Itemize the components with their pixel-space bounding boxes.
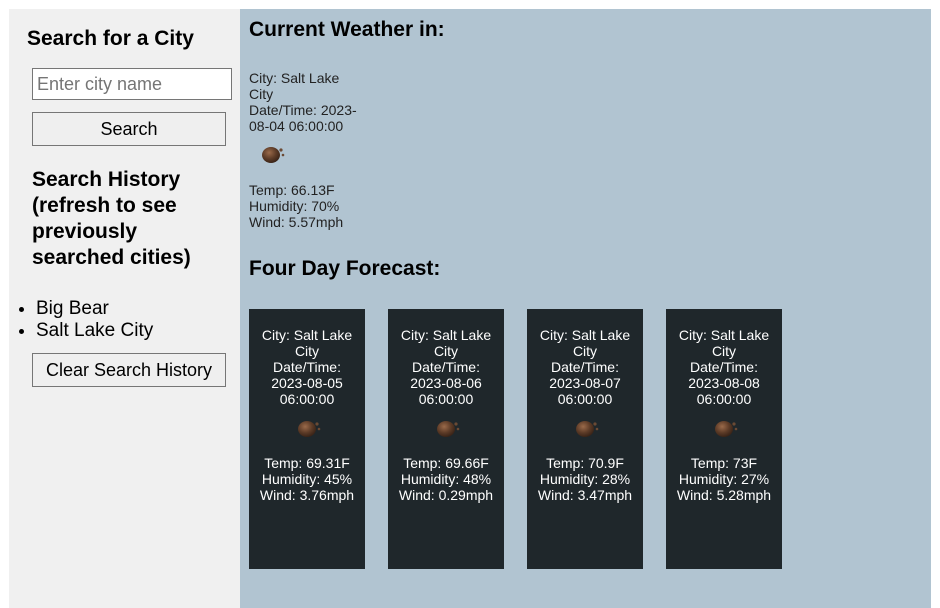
current-weather-stats: Temp: 66.13F Humidity: 70% Wind: 5.57mph [249,182,343,230]
forecast-humidity: Humidity: 27% [678,471,770,487]
forecast-info: City: Salt Lake City Date/Time: 2023-08-… [535,327,635,407]
weather-icon [262,147,285,163]
forecast-wind: Wind: 0.29mph [398,487,494,503]
search-history-list: Big Bear Salt Lake City [9,298,153,342]
forecast-city: City: Salt Lake City [400,327,492,359]
forecast-wind: Wind: 3.76mph [259,487,355,503]
search-button[interactable]: Search [32,112,226,146]
forecast-card: City: Salt Lake City Date/Time: 2023-08-… [527,309,643,569]
search-title: Search for a City [27,27,194,50]
forecast-humidity: Humidity: 28% [539,471,631,487]
forecast-info: City: Salt Lake City Date/Time: 2023-08-… [674,327,774,407]
current-weather-info: City: Salt Lake City Date/Time: 2023-08-… [249,70,363,134]
current-weather-title: Current Weather in: [249,18,445,41]
forecast-card: City: Salt Lake City Date/Time: 2023-08-… [249,309,365,569]
weather-icon [715,421,738,437]
forecast-humidity: Humidity: 45% [261,471,353,487]
clear-history-button[interactable]: Clear Search History [32,353,226,387]
forecast-wind: Wind: 5.28mph [676,487,772,503]
city-search-input[interactable] [32,68,232,100]
forecast-datetime: Date/Time: 2023-08-05 06:00:00 [271,359,343,407]
forecast-wind: Wind: 3.47mph [537,487,633,503]
forecast-info: City: Salt Lake City Date/Time: 2023-08-… [257,327,357,407]
forecast-city: City: Salt Lake City [539,327,631,359]
forecast-card: City: Salt Lake City Date/Time: 2023-08-… [388,309,504,569]
search-sidebar: Search for a City Search Search History … [9,9,240,608]
forecast-card: City: Salt Lake City Date/Time: 2023-08-… [666,309,782,569]
forecast-datetime: Date/Time: 2023-08-08 06:00:00 [688,359,760,407]
forecast-stats: Temp: 69.31F Humidity: 45% Wind: 3.76mph [255,455,359,503]
current-wind: Wind: 5.57mph [249,214,344,230]
forecast-datetime: Date/Time: 2023-08-07 06:00:00 [549,359,621,407]
forecast-temp: Temp: 70.9F [546,455,624,471]
forecast-temp: Temp: 73F [690,455,758,471]
forecast-title: Four Day Forecast: [249,257,441,280]
current-city: City: Salt Lake City [249,70,340,102]
current-datetime: Date/Time: 2023-08-04 06:00:00 [249,102,357,134]
forecast-stats: Temp: 73F Humidity: 27% Wind: 5.28mph [672,455,776,503]
history-item[interactable]: Salt Lake City [36,320,153,342]
forecast-temp: Temp: 69.66F [403,455,489,471]
current-humidity: Humidity: 70% [249,198,340,214]
history-item[interactable]: Big Bear [36,298,153,320]
weather-icon [437,421,460,437]
forecast-city: City: Salt Lake City [678,327,770,359]
forecast-datetime: Date/Time: 2023-08-06 06:00:00 [410,359,482,407]
forecast-info: City: Salt Lake City Date/Time: 2023-08-… [396,327,496,407]
search-history-heading: Search History (refresh to see previousl… [32,168,191,269]
weather-icon [576,421,599,437]
forecast-temp: Temp: 69.31F [264,455,350,471]
weather-icon [298,421,321,437]
forecast-city: City: Salt Lake City [261,327,353,359]
forecast-stats: Temp: 69.66F Humidity: 48% Wind: 0.29mph [394,455,498,503]
current-temp: Temp: 66.13F [249,182,335,198]
forecast-humidity: Humidity: 48% [400,471,492,487]
forecast-stats: Temp: 70.9F Humidity: 28% Wind: 3.47mph [533,455,637,503]
weather-panel: Current Weather in: City: Salt Lake City… [240,9,931,608]
